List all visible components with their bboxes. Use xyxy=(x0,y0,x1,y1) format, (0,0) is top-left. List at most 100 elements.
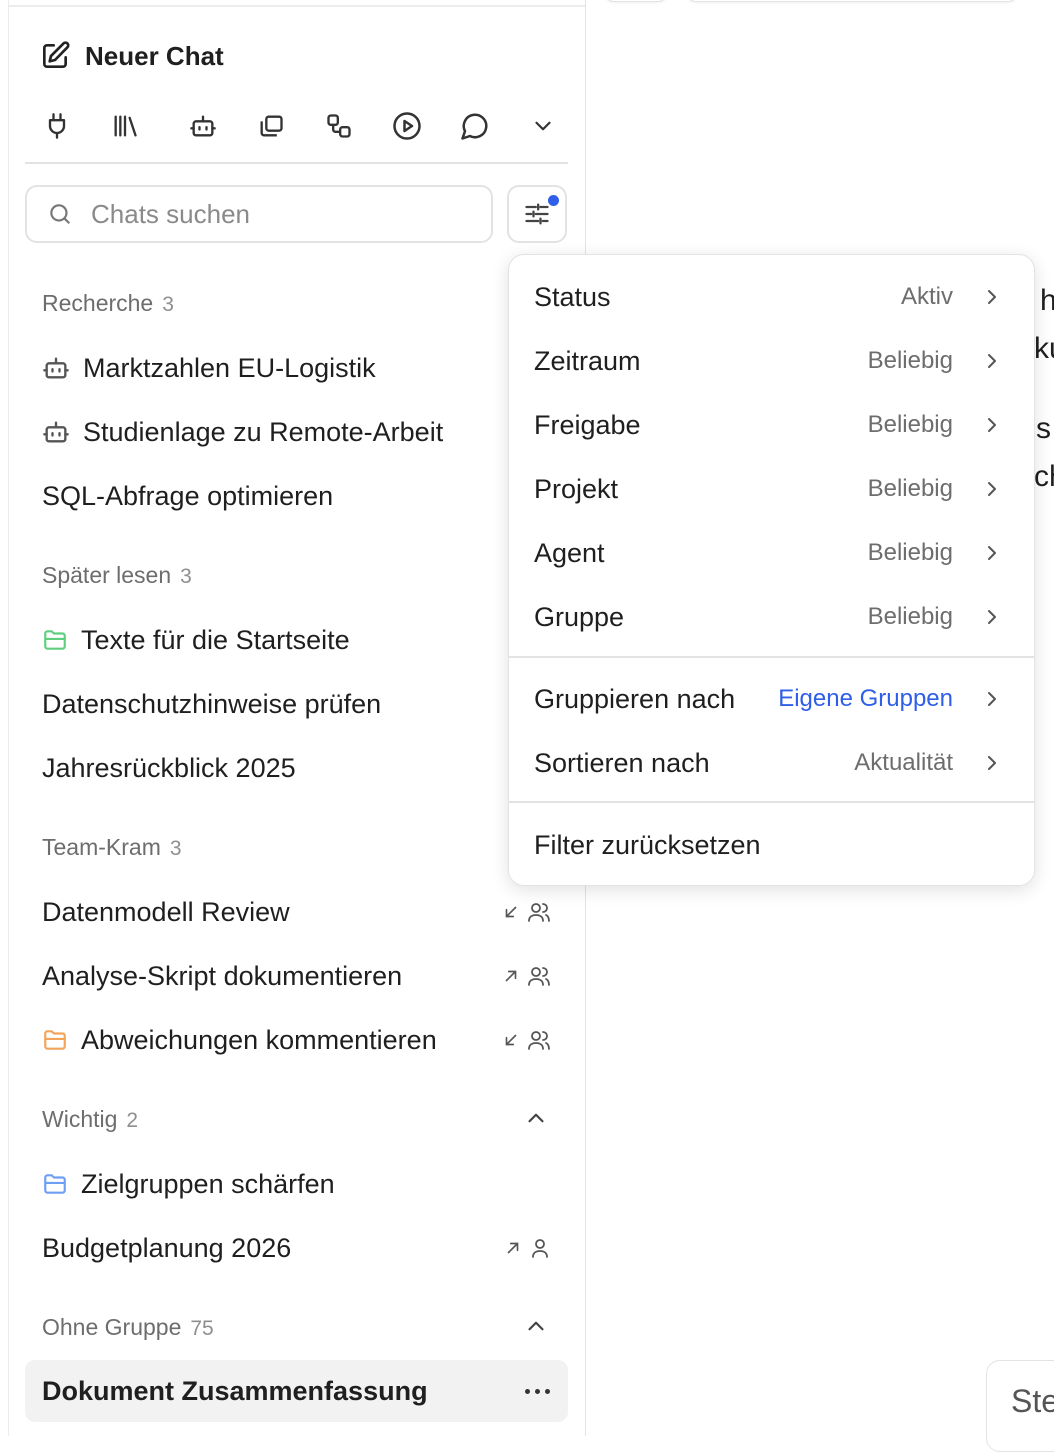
users-icon xyxy=(526,900,552,924)
list-item[interactable]: Abweichungen kommentieren xyxy=(25,1012,568,1068)
arrow-down-left-icon xyxy=(502,1031,520,1049)
library-icon[interactable] xyxy=(103,104,147,148)
list-item[interactable]: Jahresrückblick 2025 xyxy=(25,740,568,796)
group-header-recherche[interactable]: Recherche 3 xyxy=(42,290,174,317)
list-item[interactable]: Zielgruppen schärfen xyxy=(25,1156,568,1212)
list-item[interactable]: Budgetplanung 2026 xyxy=(25,1220,568,1276)
chevron-down-icon[interactable] xyxy=(521,104,565,148)
group-by-option[interactable]: Gruppieren nach Eigene Gruppen xyxy=(509,669,1034,729)
chevron-right-icon xyxy=(980,413,1004,437)
filter-button[interactable] xyxy=(507,185,567,243)
bot-icon xyxy=(41,354,71,382)
filter-freigabe[interactable]: Freigabe Beliebig xyxy=(509,395,1034,455)
list-item-label: Studienlage zu Remote-Arbeit xyxy=(83,416,444,447)
filter-row-value: Beliebig xyxy=(867,603,953,630)
background-text-fragment: s xyxy=(1036,412,1051,445)
edit-icon xyxy=(39,40,71,72)
list-item[interactable]: Datenschutzhinweise prüfen xyxy=(25,676,568,732)
bot-icon xyxy=(41,418,71,446)
group-title: Team-Kram xyxy=(42,834,161,860)
group-header-ohne-gruppe[interactable]: Ohne Gruppe 75 xyxy=(42,1314,214,1341)
chevron-right-icon xyxy=(980,285,1004,309)
sort-by-option[interactable]: Sortieren nach Aktualität xyxy=(509,733,1034,793)
arrow-up-right-icon xyxy=(504,1239,522,1257)
chevron-right-icon xyxy=(980,605,1004,629)
toolbar-divider xyxy=(25,162,568,164)
group-header-spaeter-lesen[interactable]: Später lesen 3 xyxy=(42,562,192,589)
chevron-right-icon xyxy=(980,687,1004,711)
list-item[interactable]: SQL-Abfrage optimieren xyxy=(25,468,568,524)
new-chat-label: Neuer Chat xyxy=(85,40,224,71)
sidebar: Neuer Chat Chats suchen Recherche 3 Mark… xyxy=(8,0,586,1436)
bottom-input-box[interactable]: Ste xyxy=(986,1360,1054,1452)
message-icon[interactable] xyxy=(453,104,497,148)
workflow-icon[interactable] xyxy=(317,104,361,148)
filter-status[interactable]: Status Aktiv xyxy=(509,267,1034,327)
list-item-label: Datenschutzhinweise prüfen xyxy=(42,688,382,719)
arrow-up-right-icon xyxy=(502,967,520,985)
chevron-up-icon[interactable] xyxy=(514,1096,558,1140)
menu-divider xyxy=(509,656,1034,658)
list-item[interactable]: Analyse-Skript dokumentieren xyxy=(25,948,568,1004)
search-input[interactable] xyxy=(89,197,473,231)
search-icon xyxy=(47,201,73,227)
chevron-right-icon xyxy=(980,349,1004,373)
users-icon xyxy=(526,964,552,988)
list-item-label: Jahresrückblick 2025 xyxy=(42,752,296,783)
list-item[interactable]: Studienlage zu Remote-Arbeit xyxy=(25,404,568,460)
bottom-box-text: Ste xyxy=(1011,1383,1054,1419)
filter-agent[interactable]: Agent Beliebig xyxy=(509,523,1034,583)
list-item-active[interactable]: Dokument Zusammenfassung xyxy=(25,1360,568,1422)
list-item[interactable]: Texte für die Startseite xyxy=(25,612,568,668)
share-badges xyxy=(504,1236,552,1260)
list-item-label: Datenmodell Review xyxy=(42,896,290,927)
filter-row-label: Sortieren nach xyxy=(534,747,710,778)
chevron-right-icon xyxy=(980,477,1004,501)
filter-projekt[interactable]: Projekt Beliebig xyxy=(509,459,1034,519)
play-icon[interactable] xyxy=(385,104,429,148)
group-header-team-kram[interactable]: Team-Kram 3 xyxy=(42,834,182,861)
filter-row-label: Projekt xyxy=(534,473,619,504)
more-options-icon[interactable] xyxy=(525,1388,550,1394)
top-chip-left[interactable] xyxy=(604,0,668,2)
menu-divider xyxy=(509,801,1034,803)
group-count: 3 xyxy=(169,837,182,860)
share-badges xyxy=(502,1028,552,1052)
list-item-label: Zielgruppen schärfen xyxy=(81,1168,335,1199)
list-item-label: SQL-Abfrage optimieren xyxy=(42,480,334,511)
list-item[interactable]: Datenmodell Review xyxy=(25,884,568,940)
bot-icon[interactable] xyxy=(181,104,225,148)
filter-menu: Status Aktiv Zeitraum Beliebig Freigabe … xyxy=(508,254,1035,886)
users-icon xyxy=(526,1028,552,1052)
background-text-fragment: ku xyxy=(1034,332,1054,365)
chevron-up-icon[interactable] xyxy=(514,1304,558,1348)
list-item[interactable]: Marktzahlen EU-Logistik xyxy=(25,340,568,396)
new-chat-button[interactable]: Neuer Chat xyxy=(39,36,224,76)
chevron-right-icon xyxy=(980,541,1004,565)
filter-gruppe[interactable]: Gruppe Beliebig xyxy=(509,587,1034,647)
list-item-label: Dokument Zusammenfassung xyxy=(42,1375,428,1406)
group-title: Ohne Gruppe xyxy=(42,1314,182,1340)
background-text-fragment: h xyxy=(1040,284,1054,317)
top-chip-right[interactable] xyxy=(686,0,1018,2)
filter-row-label: Gruppe xyxy=(534,601,625,632)
group-header-wichtig[interactable]: Wichtig 2 xyxy=(42,1106,138,1133)
filter-row-value: Aktualität xyxy=(854,749,953,776)
reset-filters-label: Filter zurücksetzen xyxy=(534,829,761,860)
list-item-label: Marktzahlen EU-Logistik xyxy=(83,352,376,383)
search-field[interactable] xyxy=(25,185,493,243)
group-count: 75 xyxy=(190,1317,214,1340)
filter-row-label: Status xyxy=(534,281,611,312)
sidebar-toolbar xyxy=(33,104,573,148)
reset-filters-button[interactable]: Filter zurücksetzen xyxy=(509,815,1034,875)
group-title: Recherche xyxy=(42,290,154,316)
background-text-fragment: ch xyxy=(1034,460,1054,493)
filter-zeitraum[interactable]: Zeitraum Beliebig xyxy=(509,331,1034,391)
filter-row-value: Beliebig xyxy=(867,475,953,502)
group-count: 2 xyxy=(126,1109,139,1132)
list-item-label: Analyse-Skript dokumentieren xyxy=(42,960,403,991)
group-title: Wichtig xyxy=(42,1106,118,1132)
plug-icon[interactable] xyxy=(35,104,79,148)
copy-icon[interactable] xyxy=(249,104,293,148)
chevron-right-icon xyxy=(980,751,1004,775)
